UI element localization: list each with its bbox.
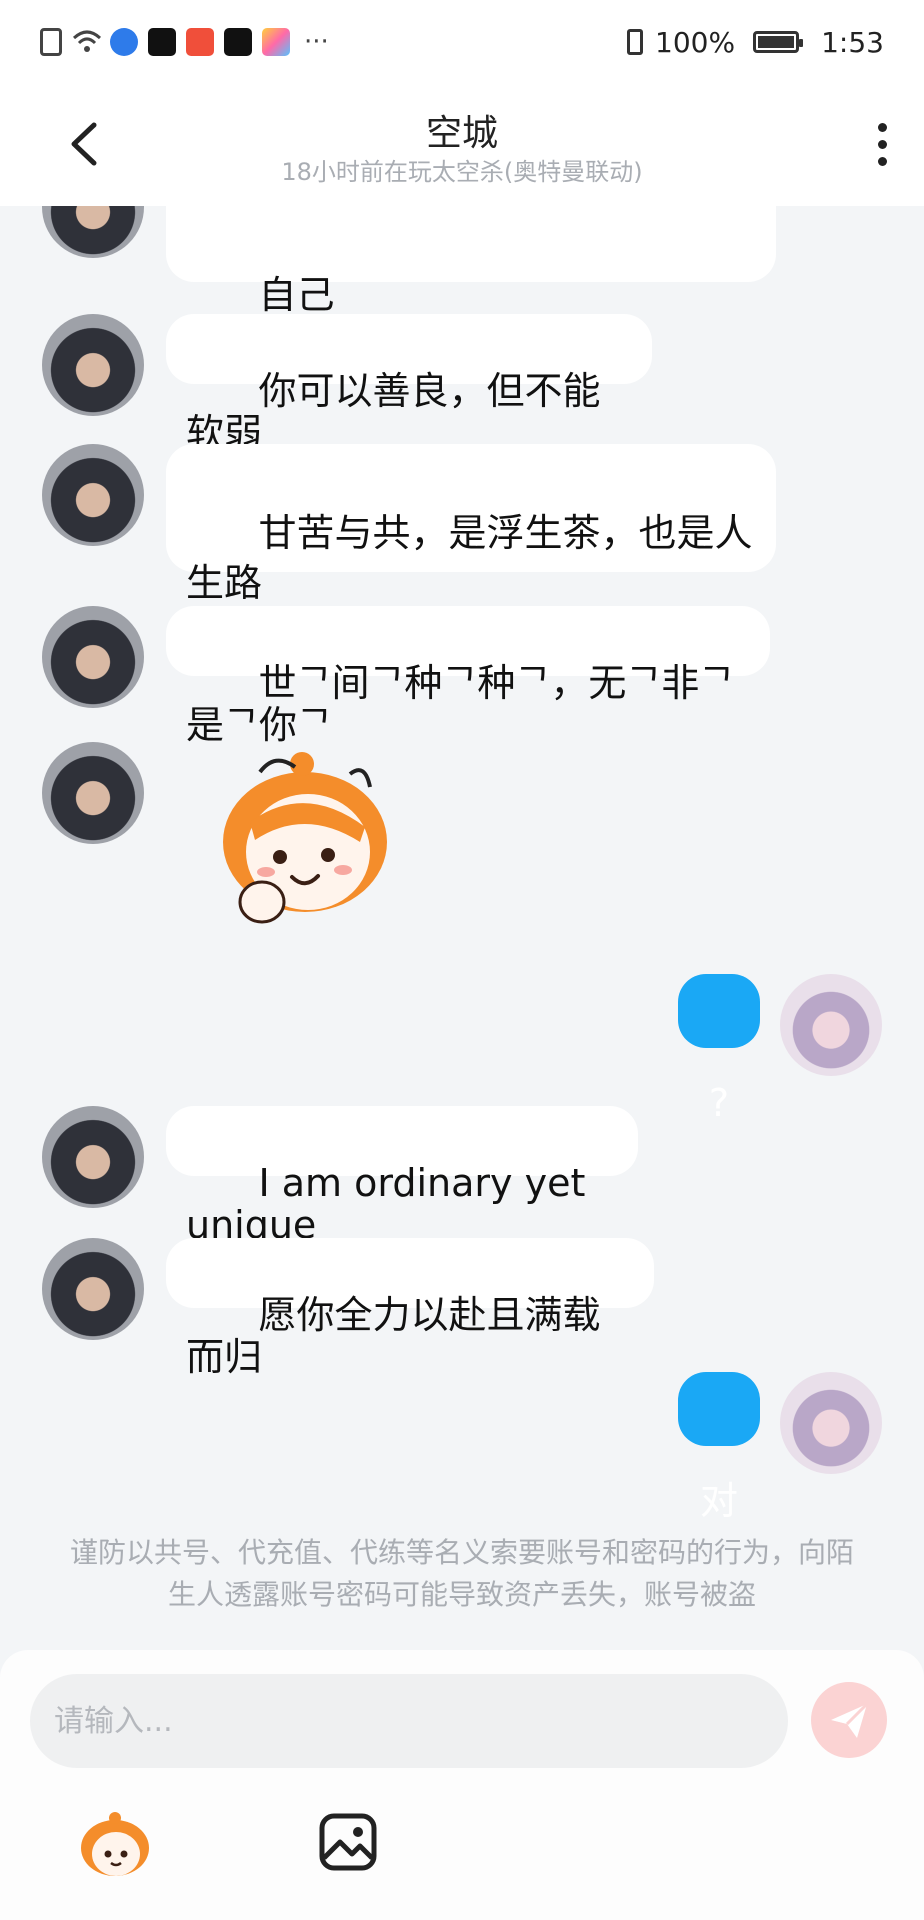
message-bubble[interactable]: 世ᄀ间ᄀ种ᄀ种ᄀ，无ᄀ非ᄀ是ᄀ你ᄀ <box>166 606 770 746</box>
emoji-sticker-icon <box>81 1812 149 1876</box>
contact-avatar[interactable] <box>42 444 144 546</box>
orange-hair-character-sticker-icon <box>223 752 387 924</box>
battery-percent: 100% <box>655 25 736 59</box>
chat-header: 空城 18小时前在玩太空杀(奥特曼联动) <box>0 84 924 206</box>
message-bubble-self[interactable]: ? <box>678 974 760 1125</box>
message-input[interactable] <box>30 1674 788 1768</box>
send-button[interactable] <box>811 1682 887 1758</box>
contact-avatar[interactable] <box>42 1238 144 1340</box>
sticker-message[interactable] <box>200 752 410 932</box>
message-composer <box>0 1650 924 1920</box>
contact-avatar[interactable] <box>42 1106 144 1208</box>
wifi-icon <box>72 28 102 56</box>
status-bar: ··· 100% 1:53 <box>0 0 924 84</box>
contact-avatar[interactable] <box>42 742 144 844</box>
shopping-app-icon <box>186 28 214 56</box>
battery-icon <box>753 31 804 53</box>
contact-status: 18小时前在玩太空杀(奥特曼联动) <box>281 158 643 186</box>
user-avatar[interactable] <box>780 974 882 1076</box>
sim-alert-icon <box>40 28 62 56</box>
sticker-button[interactable] <box>78 1810 152 1880</box>
message-bubble[interactable]: 你可以善良，但不能软弱 <box>166 314 652 454</box>
send-icon <box>831 1702 869 1738</box>
more-options-button[interactable] <box>862 114 902 174</box>
vibrate-icon <box>627 29 644 55</box>
browser-app-icon <box>110 28 138 56</box>
message-bubble[interactable]: 自己 <box>166 206 776 317</box>
tiktok-app-icon <box>224 28 252 56</box>
more-notifications: ··· <box>304 27 329 57</box>
contact-avatar[interactable] <box>42 206 144 258</box>
tiktok-app-icon <box>148 28 176 56</box>
user-avatar[interactable] <box>780 1372 882 1474</box>
status-icons-right: 100% 1:53 <box>627 22 884 62</box>
message-bubble[interactable]: 甘苦与共，是浮生茶，也是人生路 <box>166 444 776 605</box>
message-bubble-self[interactable]: 对 <box>678 1372 760 1523</box>
message-bubble[interactable]: 愿你全力以赴且满载而归 <box>166 1238 654 1378</box>
clock: 1:53 <box>821 25 884 59</box>
message-list[interactable]: 自己 你可以善良，但不能软弱 甘苦与共，是浮生茶，也是人生路 世ᄀ间ᄀ种ᄀ种ᄀ，… <box>0 206 924 1650</box>
image-icon <box>319 1813 377 1871</box>
contact-name: 空城 <box>425 113 498 154</box>
message-bubble[interactable]: I am ordinary yet unique <box>166 1106 638 1246</box>
security-notice: 谨防以共号、代充值、代练等名义索要账号和密码的行为，向陌生人透露账号密码可能导致… <box>70 1536 855 1611</box>
contact-avatar[interactable] <box>42 606 144 708</box>
image-button[interactable] <box>318 1812 378 1872</box>
app-store-icon <box>262 28 290 56</box>
more-vertical-icon <box>877 122 887 132</box>
status-icons-left: ··· <box>40 22 329 62</box>
contact-avatar[interactable] <box>42 314 144 416</box>
